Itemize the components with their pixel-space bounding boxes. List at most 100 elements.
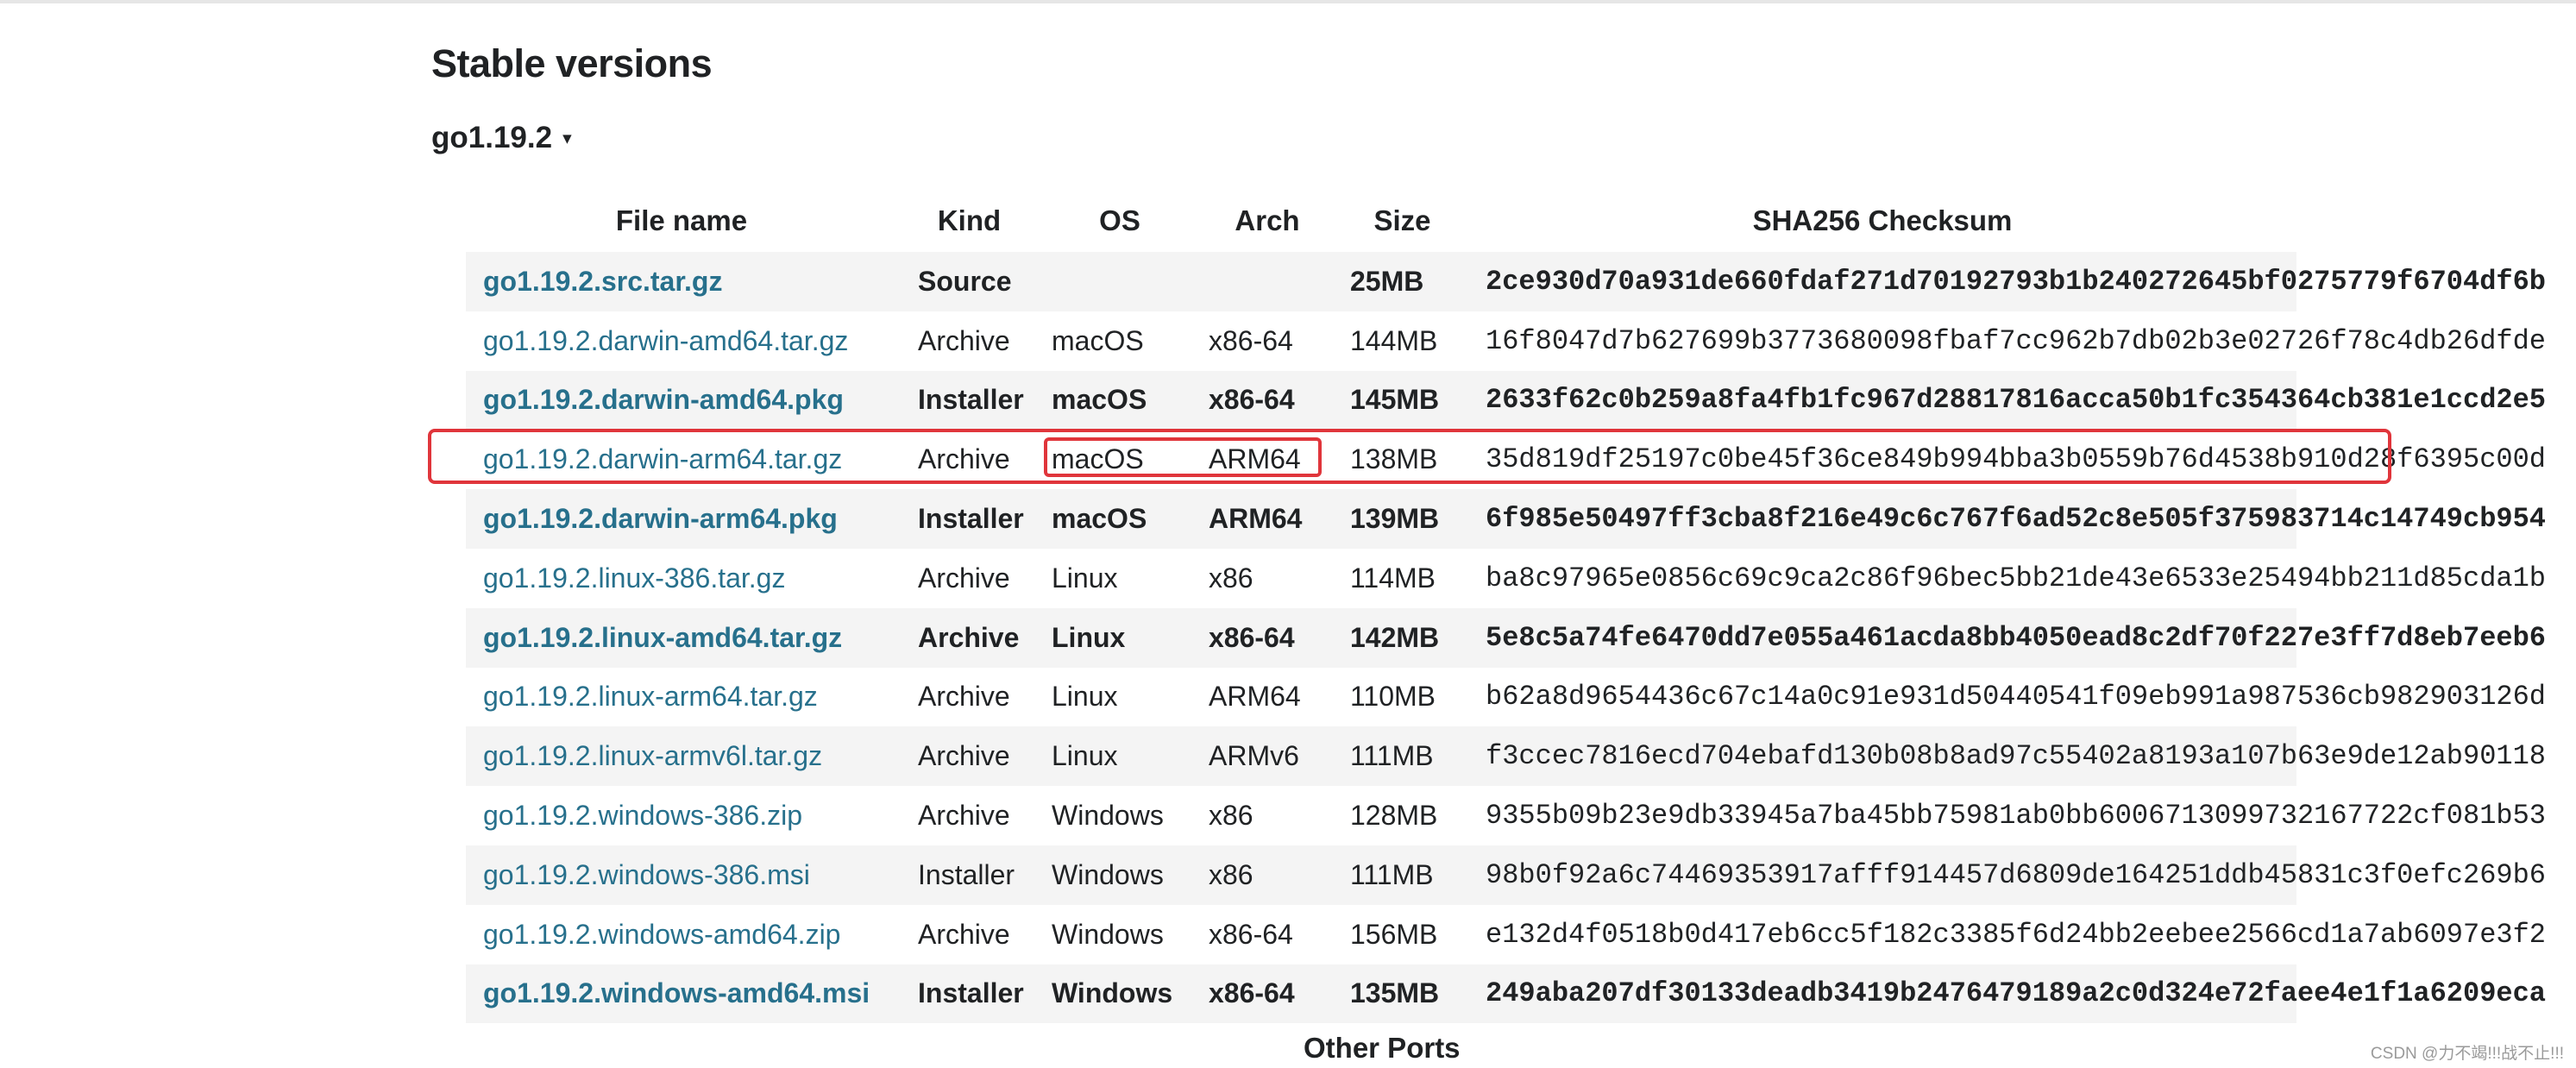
top-divider <box>0 0 2576 3</box>
checksum-cell: 5e8c5a74fe6470dd7e055a461acda8bb4050ead8… <box>1486 621 2546 654</box>
checksum-cell: b62a8d9654436c67c14a0c91e931d50440541f09… <box>1486 681 2546 713</box>
kind-cell: Archive <box>918 562 1010 594</box>
os-cell: macOS <box>1052 503 1147 535</box>
version-toggle[interactable]: go1.19.2 ▾ <box>431 121 572 155</box>
kind-cell: Archive <box>918 621 1020 653</box>
os-cell: macOS <box>1052 324 1144 356</box>
file-name-cell: go1.19.2.darwin-amd64.pkg <box>466 371 897 430</box>
size-cell: 156MB <box>1350 918 1438 950</box>
size-cell: 138MB <box>1350 443 1438 475</box>
header-os: OS <box>1099 204 1140 236</box>
download-link[interactable]: go1.19.2.linux-amd64.tar.gz <box>483 622 842 653</box>
os-cell: Windows <box>1052 858 1164 890</box>
arch-cell: x86-64 <box>1209 384 1295 416</box>
checksum-cell: 2ce930d70a931de660fdaf271d70192793b1b240… <box>1486 265 2546 298</box>
download-link[interactable]: go1.19.2.darwin-arm64.pkg <box>483 503 838 534</box>
kind-cell: Archive <box>918 800 1010 832</box>
kind-cell: Installer <box>918 503 1024 535</box>
table-row: go1.19.2.linux-386.tar.gz Archive Linux x86… <box>466 548 2546 608</box>
checksum-cell: 98b0f92a6c74469353917afff914457d6809de16… <box>1486 858 2546 891</box>
file-name-cell: go1.19.2.windows-amd64.zip <box>466 905 897 964</box>
os-cell: Windows <box>1052 800 1164 832</box>
file-name-cell: go1.19.2.linux-arm64.tar.gz <box>466 668 897 727</box>
arch-cell: x86 <box>1209 562 1253 594</box>
checksum-cell: f3ccec7816ecd704ebafd130b08b8ad97c55402a… <box>1486 740 2546 773</box>
section-title: Stable versions <box>431 41 713 85</box>
file-name-cell: go1.19.2.windows-386.msi <box>466 845 897 905</box>
arch-cell: x86-64 <box>1209 977 1295 1009</box>
file-name-cell: go1.19.2.windows-386.zip <box>466 786 897 845</box>
arch-cell: x86-64 <box>1209 621 1295 653</box>
header-kind: Kind <box>937 204 1002 236</box>
download-link[interactable]: go1.19.2.windows-amd64.msi <box>483 977 870 1008</box>
os-cell <box>1041 252 1198 311</box>
size-cell: 111MB <box>1350 858 1434 890</box>
os-cell: macOS <box>1052 443 1144 475</box>
header-file-name: File name <box>615 204 748 236</box>
download-link[interactable]: go1.19.2.darwin-amd64.pkg <box>483 384 844 415</box>
download-link[interactable]: go1.19.2.darwin-arm64.tar.gz <box>483 443 842 474</box>
os-cell: Linux <box>1052 621 1126 653</box>
file-name-cell: go1.19.2.darwin-amd64.tar.gz <box>466 311 897 371</box>
checksum-cell: e132d4f0518b0d417eb6cc5f182c3385f6d24bb2… <box>1486 918 2546 951</box>
file-name-cell: go1.19.2.linux-amd64.tar.gz <box>466 608 897 668</box>
arch-cell <box>1198 252 1336 311</box>
checksum-cell: 6f985e50497ff3cba8f216e49c6c767f6ad52c8e… <box>1486 503 2546 536</box>
table-row: go1.19.2.windows-386.msi Installer Windows… <box>466 845 2546 905</box>
download-link[interactable]: go1.19.2.linux-armv6l.tar.gz <box>483 740 822 771</box>
arch-cell: ARM64 <box>1209 503 1303 535</box>
kind-cell: Installer <box>918 384 1024 416</box>
file-name-cell: go1.19.2.linux-armv6l.tar.gz <box>466 726 897 786</box>
downloads-table: File name Kind OS Arch Size SHA256 Check… <box>466 190 2546 1024</box>
table-row: go1.19.2.darwin-arm64.tar.gz Archive macOS… <box>466 430 2546 490</box>
header-checksum: SHA256 Checksum <box>1752 204 2013 236</box>
arch-cell: x86 <box>1209 858 1253 890</box>
table-row: go1.19.2.windows-amd64.msi Installer Windo… <box>466 964 2546 1024</box>
file-name-cell: go1.19.2.windows-amd64.msi <box>466 964 897 1024</box>
table-row: go1.19.2.src.tar.gz Source 25MB 2ce930d70a9… <box>466 252 2546 311</box>
file-name-cell: go1.19.2.darwin-arm64.tar.gz <box>466 430 897 489</box>
download-link[interactable]: go1.19.2.windows-amd64.zip <box>483 919 840 950</box>
size-cell: 139MB <box>1350 503 1440 535</box>
file-name-cell: go1.19.2.darwin-arm64.pkg <box>466 489 897 549</box>
caret-down-icon[interactable]: ▾ <box>562 128 572 149</box>
header-arch: Arch <box>1235 204 1300 236</box>
download-link[interactable]: go1.19.2.linux-386.tar.gz <box>483 562 785 594</box>
table-row: go1.19.2.darwin-amd64.pkg Installer macOS x… <box>466 370 2546 430</box>
table-row: go1.19.2.windows-386.zip Archive Windows x8… <box>466 786 2546 845</box>
header-size: Size <box>1373 204 1431 236</box>
download-link[interactable]: go1.19.2.windows-386.zip <box>483 800 802 831</box>
download-link[interactable]: go1.19.2.src.tar.gz <box>483 266 722 297</box>
size-cell: 145MB <box>1350 384 1440 416</box>
version-label[interactable]: go1.19.2 <box>431 121 552 155</box>
kind-cell: Archive <box>918 918 1010 950</box>
checksum-cell: 35d819df25197c0be45f36ce849b994bba3b0559… <box>1486 443 2546 476</box>
table-row: go1.19.2.darwin-arm64.pkg Installer macOS A… <box>466 489 2546 549</box>
kind-cell: Installer <box>918 858 1015 890</box>
checksum-cell: 9355b09b23e9db33945a7ba45bb75981ab0bb600… <box>1486 800 2546 832</box>
size-cell: 128MB <box>1350 800 1438 832</box>
size-cell: 135MB <box>1350 977 1440 1009</box>
size-cell: 25MB <box>1350 265 1424 297</box>
download-link[interactable]: go1.19.2.linux-arm64.tar.gz <box>483 681 818 712</box>
kind-cell: Archive <box>918 740 1010 772</box>
checksum-cell: 249aba207df30133deadb3419b2476479189a2c0… <box>1486 977 2546 1010</box>
os-cell: Linux <box>1052 562 1118 594</box>
os-cell: Windows <box>1052 918 1164 950</box>
download-link[interactable]: go1.19.2.windows-386.msi <box>483 859 810 890</box>
table-row: go1.19.2.linux-amd64.tar.gz Archive Linux x… <box>466 607 2546 668</box>
arch-cell: x86 <box>1209 800 1253 832</box>
table-header-row: File name Kind OS Arch Size SHA256 Check… <box>466 190 2296 252</box>
os-cell: Linux <box>1052 740 1118 772</box>
file-name-cell: go1.19.2.src.tar.gz <box>466 252 897 311</box>
table-row: go1.19.2.linux-armv6l.tar.gz Archive Linux… <box>466 726 2546 787</box>
checksum-cell: 2633f62c0b259a8fa4fb1fc967d28817816acca5… <box>1486 384 2546 417</box>
kind-cell: Archive <box>918 324 1010 356</box>
download-link[interactable]: go1.19.2.darwin-amd64.tar.gz <box>483 325 848 356</box>
kind-cell: Installer <box>918 977 1024 1009</box>
size-cell: 142MB <box>1350 621 1440 653</box>
other-ports-heading: Other Ports <box>1304 1032 1461 1064</box>
kind-cell: Archive <box>918 443 1010 475</box>
kind-cell: Archive <box>918 681 1010 713</box>
table-row: go1.19.2.linux-arm64.tar.gz Archive Linux A… <box>466 667 2546 727</box>
